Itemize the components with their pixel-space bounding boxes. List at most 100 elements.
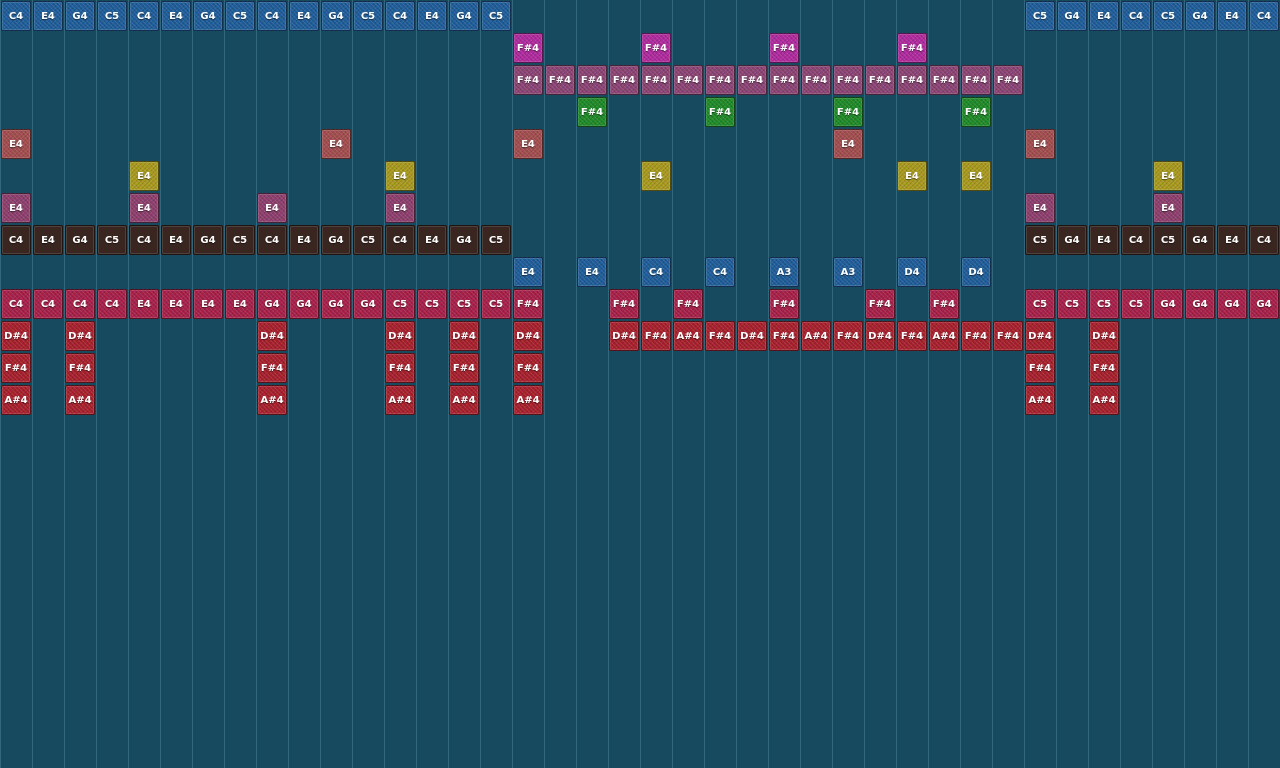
note-cell-sustain[interactable]: F#4 [673, 65, 703, 95]
note-cell-bass-blue[interactable]: A3 [769, 257, 799, 287]
note-cell-sustain[interactable]: F#4 [737, 65, 767, 95]
note-cell-sustain[interactable]: F#4 [577, 65, 607, 95]
note-cell-bass-blue[interactable]: E4 [577, 257, 607, 287]
note-cell-arp-low[interactable]: C5 [481, 225, 511, 255]
note-cell-accent-green[interactable]: F#4 [577, 97, 607, 127]
note-cell-chord-top[interactable]: D#4 [1, 321, 31, 351]
note-cell-pink-hits[interactable]: E4 [129, 193, 159, 223]
note-cell-sustain[interactable]: F#4 [705, 65, 735, 95]
note-cell-pink-hits[interactable]: E4 [385, 193, 415, 223]
note-cell-arp-high[interactable]: C5 [97, 1, 127, 31]
note-cell-accent-green[interactable]: F#4 [961, 97, 991, 127]
note-cell-arp-low[interactable]: G4 [193, 225, 223, 255]
note-cell-sustain[interactable]: F#4 [865, 65, 895, 95]
note-cell-melody[interactable]: F#4 [865, 289, 895, 319]
note-cell-chord-top[interactable]: F#4 [769, 321, 799, 351]
note-cell-melody[interactable]: C5 [1057, 289, 1087, 319]
note-cell-arp-low[interactable]: G4 [65, 225, 95, 255]
note-cell-yellow-hits[interactable]: E4 [129, 161, 159, 191]
note-cell-arp-high[interactable]: C4 [385, 1, 415, 31]
note-cell-sustain[interactable]: F#4 [801, 65, 831, 95]
note-cell-chord-top[interactable]: D#4 [65, 321, 95, 351]
note-cell-melody[interactable]: E4 [193, 289, 223, 319]
note-cell-sustain[interactable]: F#4 [961, 65, 991, 95]
note-cell-arp-low[interactable]: C4 [1121, 225, 1151, 255]
note-cell-melody[interactable]: F#4 [673, 289, 703, 319]
note-cell-arp-high[interactable]: C5 [225, 1, 255, 31]
note-cell-chord-mid[interactable]: F#4 [1025, 353, 1055, 383]
note-cell-accent-high[interactable]: F#4 [897, 33, 927, 63]
note-cell-melody[interactable]: C5 [1121, 289, 1151, 319]
note-cell-pink-hits[interactable]: E4 [1153, 193, 1183, 223]
note-cell-arp-high[interactable]: E4 [417, 1, 447, 31]
note-cell-chord-low[interactable]: A#4 [1089, 385, 1119, 415]
note-cell-pink-hits[interactable]: E4 [257, 193, 287, 223]
note-cell-yellow-hits[interactable]: E4 [385, 161, 415, 191]
note-cell-arp-low[interactable]: E4 [1089, 225, 1119, 255]
note-cell-arp-low[interactable]: G4 [321, 225, 351, 255]
note-cell-bass-blue[interactable]: C4 [705, 257, 735, 287]
note-cell-arp-low[interactable]: C5 [353, 225, 383, 255]
note-cell-sustain[interactable]: F#4 [897, 65, 927, 95]
note-cell-arp-high[interactable]: G4 [1185, 1, 1215, 31]
note-cell-arp-high[interactable]: C5 [481, 1, 511, 31]
note-cell-sustain[interactable]: F#4 [929, 65, 959, 95]
note-cell-arp-high[interactable]: E4 [1217, 1, 1247, 31]
note-cell-accent-high[interactable]: F#4 [513, 33, 543, 63]
note-cell-melody[interactable]: G4 [353, 289, 383, 319]
note-cell-arp-low[interactable]: C5 [97, 225, 127, 255]
note-cell-melody[interactable]: G4 [1217, 289, 1247, 319]
note-cell-melody[interactable]: C4 [65, 289, 95, 319]
note-cell-melody[interactable]: F#4 [929, 289, 959, 319]
note-cell-chord-top[interactable]: F#4 [833, 321, 863, 351]
note-cell-melody[interactable]: C5 [1089, 289, 1119, 319]
note-cell-chord-top[interactable]: F#4 [993, 321, 1023, 351]
note-cell-chord-top[interactable]: F#4 [961, 321, 991, 351]
note-cell-arp-high[interactable]: C4 [1, 1, 31, 31]
note-cell-chord-top[interactable]: D#4 [609, 321, 639, 351]
note-cell-arp-low[interactable]: C5 [1153, 225, 1183, 255]
note-cell-melody[interactable]: G4 [289, 289, 319, 319]
note-cell-arp-high[interactable]: C4 [257, 1, 287, 31]
note-cell-salmon-hits[interactable]: E4 [1025, 129, 1055, 159]
note-cell-accent-green[interactable]: F#4 [833, 97, 863, 127]
note-cell-melody[interactable]: F#4 [769, 289, 799, 319]
note-cell-arp-low[interactable]: C4 [129, 225, 159, 255]
note-cell-arp-low[interactable]: G4 [449, 225, 479, 255]
note-cell-chord-top[interactable]: F#4 [641, 321, 671, 351]
note-cell-chord-top[interactable]: F#4 [705, 321, 735, 351]
note-cell-sustain[interactable]: F#4 [513, 65, 543, 95]
note-cell-sustain[interactable]: F#4 [545, 65, 575, 95]
note-cell-arp-low[interactable]: G4 [1185, 225, 1215, 255]
note-cell-melody[interactable]: C4 [33, 289, 63, 319]
note-cell-arp-high[interactable]: G4 [321, 1, 351, 31]
note-cell-arp-low[interactable]: E4 [417, 225, 447, 255]
note-cell-chord-low[interactable]: A#4 [1025, 385, 1055, 415]
note-cell-melody[interactable]: G4 [257, 289, 287, 319]
note-cell-chord-top[interactable]: D#4 [1089, 321, 1119, 351]
note-cell-chord-top[interactable]: D#4 [737, 321, 767, 351]
note-cell-arp-low[interactable]: C4 [1249, 225, 1279, 255]
note-cell-arp-high[interactable]: C5 [1153, 1, 1183, 31]
note-cell-chord-mid[interactable]: F#4 [65, 353, 95, 383]
note-cell-chord-top[interactable]: D#4 [865, 321, 895, 351]
note-cell-chord-top[interactable]: A#4 [929, 321, 959, 351]
note-cell-accent-high[interactable]: F#4 [641, 33, 671, 63]
note-cell-melody[interactable]: C5 [385, 289, 415, 319]
note-cell-melody[interactable]: F#4 [609, 289, 639, 319]
note-cell-salmon-hits[interactable]: E4 [1, 129, 31, 159]
note-cell-arp-high[interactable]: G4 [65, 1, 95, 31]
note-cell-accent-high[interactable]: F#4 [769, 33, 799, 63]
note-cell-melody[interactable]: C5 [417, 289, 447, 319]
note-cell-bass-blue[interactable]: E4 [513, 257, 543, 287]
note-cell-sustain[interactable]: F#4 [641, 65, 671, 95]
note-cell-sustain[interactable]: F#4 [993, 65, 1023, 95]
note-cell-chord-top[interactable]: D#4 [257, 321, 287, 351]
note-cell-arp-high[interactable]: G4 [1057, 1, 1087, 31]
note-cell-arp-low[interactable]: C5 [1025, 225, 1055, 255]
note-cell-arp-low[interactable]: C4 [257, 225, 287, 255]
note-cell-chord-mid[interactable]: F#4 [1, 353, 31, 383]
note-cell-arp-low[interactable]: E4 [161, 225, 191, 255]
note-cell-arp-high[interactable]: G4 [193, 1, 223, 31]
note-cell-melody[interactable]: F#4 [513, 289, 543, 319]
